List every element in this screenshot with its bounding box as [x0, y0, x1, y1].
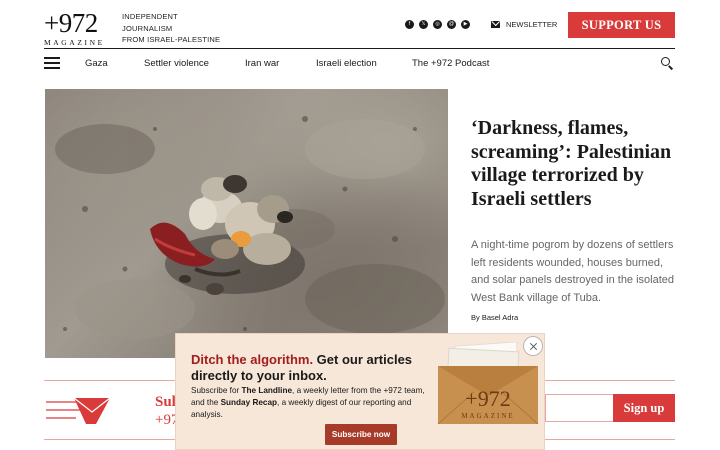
popup-envelope-illustration: +972 MAGAZINE [437, 342, 539, 425]
nav-item-israeli-election[interactable]: Israeli election [316, 58, 377, 69]
newsletter-label: NEWSLETTER [506, 20, 558, 29]
author-byline[interactable]: By Basel Adra [471, 313, 518, 322]
band-title: Sul [155, 394, 176, 410]
nav-item-settler-violence[interactable]: Settler violence [144, 58, 209, 69]
popup-headline: Ditch the algorithm. Get our articles di… [191, 352, 421, 383]
landline-name: The Landline [241, 386, 293, 395]
hero-image[interactable] [45, 89, 448, 358]
support-us-button[interactable]: SUPPORT US [568, 12, 675, 38]
menu-icon[interactable] [44, 57, 60, 69]
newsletter-popup: Ditch the algorithm. Get our articles di… [175, 333, 545, 450]
site-logo[interactable]: +972 MAGAZINE [44, 8, 110, 48]
social-links: f 𝕏 ◎ @ ▶ [405, 20, 470, 29]
youtube-icon[interactable]: ▶ [461, 20, 470, 29]
subscribe-now-button[interactable]: Subscribe now [325, 424, 397, 445]
facebook-icon[interactable]: f [405, 20, 414, 29]
sign-up-button[interactable]: Sign up [613, 394, 675, 422]
tagline-line: INDEPENDENT [122, 12, 178, 21]
logo-sub-text: MAGAZINE [44, 38, 105, 47]
newsletter-envelope-icon [46, 397, 111, 424]
tagline-line: FROM ISRAEL-PALESTINE [122, 35, 221, 44]
search-icon[interactable] [661, 57, 674, 70]
tagline-line: JOURNALISM [122, 23, 173, 33]
popup-description: Subscribe for The Landline, a weekly let… [191, 385, 429, 421]
popup-body-text: Subscribe for [191, 386, 242, 395]
popup-headline-highlight: Ditch the algorithm. [191, 352, 314, 367]
threads-icon[interactable]: @ [447, 20, 456, 29]
nav-item-podcast[interactable]: The +972 Podcast [412, 58, 489, 69]
logo-main-text: +972 [44, 8, 98, 38]
sunday-recap-name: Sunday Recap [220, 398, 278, 407]
envelope-icon [491, 21, 500, 28]
envelope-logo-sub: MAGAZINE [461, 412, 514, 420]
nav-item-iran-war[interactable]: Iran war [245, 58, 279, 69]
instagram-icon[interactable]: ◎ [433, 20, 442, 29]
hero-summary: A night-time pogrom by dozens of settler… [471, 239, 675, 304]
hero-headline[interactable]: ‘Darkness, flames, screaming’: Palestini… [471, 117, 681, 211]
x-icon[interactable]: 𝕏 [419, 20, 428, 29]
header-divider [44, 48, 675, 49]
email-field[interactable] [545, 394, 613, 422]
close-icon[interactable] [523, 336, 543, 356]
newsletter-link[interactable]: NEWSLETTER [491, 20, 557, 29]
site-tagline: INDEPENDENT JOURNALISM FROM ISRAEL-PALES… [122, 11, 220, 46]
nav-item-gaza[interactable]: Gaza [85, 58, 108, 69]
hero-photo-illustration [55, 116, 445, 339]
envelope-logo: +972 [465, 386, 510, 411]
